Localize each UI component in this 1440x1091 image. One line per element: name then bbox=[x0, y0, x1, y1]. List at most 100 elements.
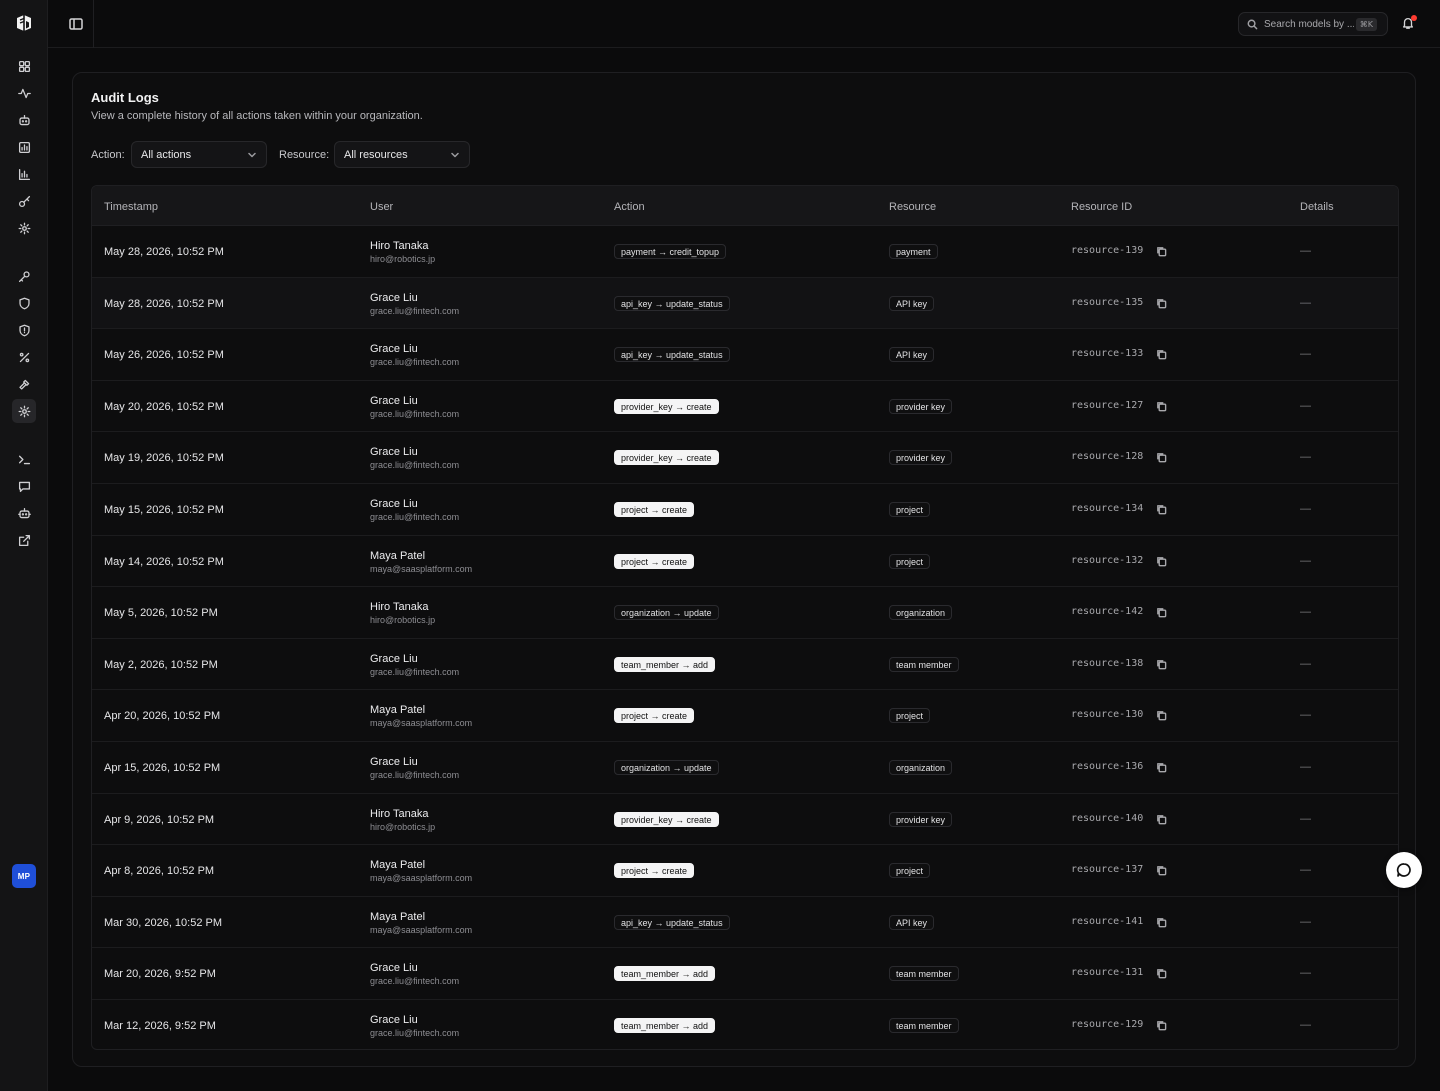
row-details[interactable]: — bbox=[1300, 967, 1311, 979]
copy-icon[interactable] bbox=[1156, 762, 1167, 773]
row-details[interactable]: — bbox=[1300, 555, 1311, 567]
settings-icon[interactable] bbox=[14, 218, 34, 238]
copy-icon[interactable] bbox=[1156, 401, 1167, 412]
row-user-email: grace.liu@fintech.com bbox=[370, 460, 460, 471]
page-title: Audit Logs bbox=[91, 90, 159, 105]
topbar-divider bbox=[93, 0, 94, 48]
key-icon[interactable] bbox=[14, 266, 34, 286]
shield-alert-icon[interactable] bbox=[14, 320, 34, 340]
terminal-icon[interactable] bbox=[14, 449, 34, 469]
row-details[interactable]: — bbox=[1300, 813, 1311, 825]
copy-icon[interactable] bbox=[1156, 710, 1167, 721]
row-details[interactable]: — bbox=[1300, 348, 1311, 360]
row-user-email: grace.liu@fintech.com bbox=[370, 976, 460, 987]
copy-icon[interactable] bbox=[1156, 556, 1167, 567]
row-resource-id: resource-138 bbox=[1071, 657, 1144, 669]
copy-icon[interactable] bbox=[1156, 917, 1167, 928]
row-user-name: Grace Liu bbox=[370, 497, 418, 510]
agent-icon[interactable] bbox=[14, 503, 34, 523]
header-resource[interactable]: Resource bbox=[889, 201, 936, 213]
header-action[interactable]: Action bbox=[614, 201, 645, 213]
row-timestamp: Apr 9, 2026, 10:52 PM bbox=[104, 813, 215, 826]
row-user-email: maya@saasplatform.com bbox=[370, 873, 473, 884]
table-row[interactable]: Apr 9, 2026, 10:52 PM Hiro Tanaka hiro@rob… bbox=[92, 794, 1398, 846]
copy-icon[interactable] bbox=[1156, 504, 1167, 515]
table-row[interactable]: May 28, 2026, 10:52 PM Grace Liu grace.liu… bbox=[92, 277, 1398, 330]
table-row[interactable]: May 19, 2026, 10:52 PM Grace Liu grace.liu… bbox=[92, 432, 1398, 484]
organization-settings-icon[interactable] bbox=[12, 399, 36, 423]
table-row[interactable]: Mar 12, 2026, 9:52 PM Grace Liu grace.liu@… bbox=[92, 1000, 1398, 1049]
table-row[interactable]: Mar 30, 2026, 10:52 PM Maya Patel maya@saa… bbox=[92, 897, 1398, 949]
copy-icon[interactable] bbox=[1156, 349, 1167, 360]
row-timestamp: Mar 12, 2026, 9:52 PM bbox=[104, 1019, 216, 1032]
notifications-button[interactable] bbox=[1401, 15, 1417, 32]
table-row[interactable]: May 28, 2026, 10:52 PM Hiro Tanaka hiro@ro… bbox=[92, 226, 1398, 278]
shield-icon[interactable] bbox=[14, 293, 34, 313]
row-details[interactable]: — bbox=[1300, 297, 1311, 309]
header-timestamp[interactable]: Timestamp bbox=[104, 201, 158, 213]
header-details[interactable]: Details bbox=[1300, 201, 1334, 213]
row-details[interactable]: — bbox=[1300, 916, 1311, 928]
row-details[interactable]: — bbox=[1300, 1019, 1311, 1031]
row-details[interactable]: — bbox=[1300, 503, 1311, 515]
row-details[interactable]: — bbox=[1300, 606, 1311, 618]
row-user-email: hiro@robotics.jp bbox=[370, 615, 436, 626]
copy-icon[interactable] bbox=[1156, 298, 1167, 309]
row-details[interactable]: — bbox=[1300, 709, 1311, 721]
usage-icon[interactable] bbox=[14, 137, 34, 157]
percent-icon[interactable] bbox=[14, 347, 34, 367]
table-row[interactable]: Apr 8, 2026, 10:52 PM Maya Patel maya@saas… bbox=[92, 845, 1398, 897]
row-user-name: Grace Liu bbox=[370, 962, 418, 975]
user-avatar[interactable]: MP bbox=[12, 864, 36, 888]
row-details[interactable]: — bbox=[1300, 658, 1311, 670]
row-resource-id: resource-131 bbox=[1071, 967, 1144, 979]
external-link-icon[interactable] bbox=[14, 530, 34, 550]
table-row[interactable]: Apr 20, 2026, 10:52 PM Maya Patel maya@saa… bbox=[92, 690, 1398, 742]
row-action-badge: provider_key → create bbox=[614, 398, 719, 414]
row-details[interactable]: — bbox=[1300, 761, 1311, 773]
sidebar-toggle-icon[interactable] bbox=[68, 16, 84, 32]
message-icon[interactable] bbox=[14, 476, 34, 496]
row-timestamp: May 19, 2026, 10:52 PM bbox=[104, 452, 224, 465]
model-search[interactable]: ⌘K bbox=[1238, 12, 1388, 36]
row-resource-id: resource-128 bbox=[1071, 451, 1144, 463]
header-user[interactable]: User bbox=[370, 201, 393, 213]
table-row[interactable]: May 5, 2026, 10:52 PM Hiro Tanaka hiro@rob… bbox=[92, 587, 1398, 639]
copy-icon[interactable] bbox=[1156, 1020, 1167, 1031]
header-resource-id[interactable]: Resource ID bbox=[1071, 201, 1132, 213]
copy-icon[interactable] bbox=[1156, 659, 1167, 670]
table-row[interactable]: May 26, 2026, 10:52 PM Grace Liu grace.liu… bbox=[92, 329, 1398, 381]
resource-filter-select[interactable]: All resources bbox=[334, 141, 470, 168]
bot-icon[interactable] bbox=[14, 110, 34, 130]
row-user-name: Grace Liu bbox=[370, 446, 418, 459]
row-details[interactable]: — bbox=[1300, 400, 1311, 412]
keys-icon[interactable] bbox=[14, 191, 34, 211]
copy-icon[interactable] bbox=[1156, 246, 1167, 257]
copy-icon[interactable] bbox=[1156, 814, 1167, 825]
table-row[interactable]: May 15, 2026, 10:52 PM Grace Liu grace.liu… bbox=[92, 484, 1398, 536]
table-row[interactable]: May 20, 2026, 10:52 PM Grace Liu grace.liu… bbox=[92, 381, 1398, 433]
table-row[interactable]: Apr 15, 2026, 10:52 PM Grace Liu grace.liu… bbox=[92, 742, 1398, 794]
activity-icon[interactable] bbox=[14, 83, 34, 103]
row-details[interactable]: — bbox=[1300, 245, 1311, 257]
copy-icon[interactable] bbox=[1156, 452, 1167, 463]
app-logo-icon[interactable] bbox=[14, 13, 34, 33]
copy-icon[interactable] bbox=[1156, 968, 1167, 979]
row-details[interactable]: — bbox=[1300, 864, 1311, 876]
dashboard-icon[interactable] bbox=[14, 56, 34, 76]
table-row[interactable]: Mar 20, 2026, 9:52 PM Grace Liu grace.liu@… bbox=[92, 948, 1398, 1000]
row-timestamp: Apr 15, 2026, 10:52 PM bbox=[104, 761, 221, 774]
copy-icon[interactable] bbox=[1156, 607, 1167, 618]
hammer-icon[interactable] bbox=[14, 374, 34, 394]
action-filter-select[interactable]: All actions bbox=[131, 141, 267, 168]
table-row[interactable]: May 2, 2026, 10:52 PM Grace Liu grace.liu@… bbox=[92, 639, 1398, 691]
row-timestamp: Apr 20, 2026, 10:52 PM bbox=[104, 710, 221, 723]
table-row[interactable]: May 14, 2026, 10:52 PM Maya Patel maya@saa… bbox=[92, 536, 1398, 588]
row-details[interactable]: — bbox=[1300, 451, 1311, 463]
bar-chart-icon[interactable] bbox=[14, 164, 34, 184]
search-input[interactable] bbox=[1264, 18, 1354, 30]
copy-icon[interactable] bbox=[1156, 865, 1167, 876]
row-user-email: grace.liu@fintech.com bbox=[370, 1027, 460, 1038]
row-resource-badge: project bbox=[889, 708, 931, 724]
chat-button[interactable] bbox=[1386, 852, 1422, 888]
